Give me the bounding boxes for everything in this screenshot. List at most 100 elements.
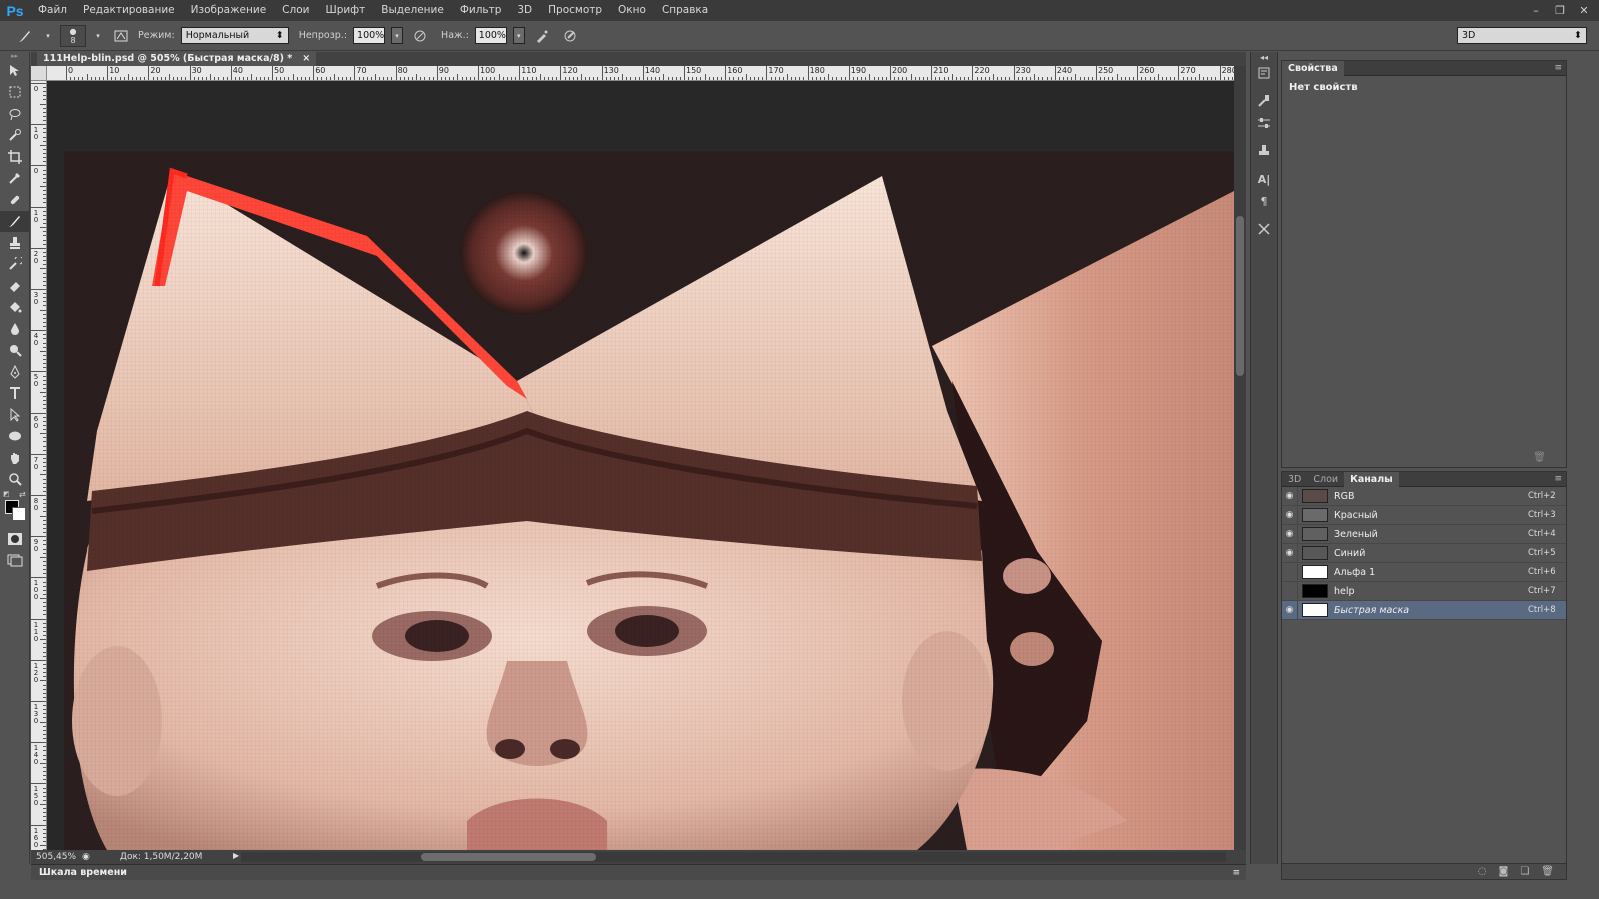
- channel-row[interactable]: ◉ RGB Ctrl+2: [1282, 486, 1566, 506]
- channel-row[interactable]: ◉ Красный Ctrl+3: [1282, 505, 1566, 525]
- tool-presets-panel-icon[interactable]: [1251, 218, 1277, 240]
- history-brush-tool-icon[interactable]: [0, 254, 30, 276]
- clone-stamp-tool-icon[interactable]: [0, 232, 30, 254]
- visibility-eye-icon[interactable]: [1282, 581, 1298, 601]
- menu-item[interactable]: Шрифт: [317, 0, 373, 21]
- save-selection-icon[interactable]: ◙: [1499, 866, 1509, 877]
- new-channel-icon[interactable]: ❏: [1520, 866, 1529, 877]
- horizontal-scrollbar-thumb[interactable]: [421, 853, 596, 861]
- paint-bucket-tool-icon[interactable]: [0, 297, 30, 319]
- menu-item[interactable]: Редактирование: [75, 0, 183, 21]
- visibility-eye-icon[interactable]: ◉: [1282, 486, 1298, 506]
- move-tool-icon[interactable]: [0, 60, 30, 82]
- pressure-opacity-icon[interactable]: [409, 25, 431, 47]
- vertical-scrollbar-thumb[interactable]: [1236, 216, 1244, 376]
- status-info-icon[interactable]: ◉: [82, 852, 90, 862]
- visibility-eye-icon[interactable]: ◉: [1282, 505, 1298, 525]
- panel-grip-icon[interactable]: ▸▸: [0, 52, 29, 60]
- channel-row[interactable]: ◉ Синий Ctrl+5: [1282, 543, 1566, 563]
- menu-item[interactable]: Окно: [610, 0, 654, 21]
- background-color-swatch[interactable]: [12, 507, 26, 521]
- brush-preset-dropdown[interactable]: ▾: [92, 27, 104, 44]
- character-panel-icon[interactable]: A|: [1251, 168, 1277, 190]
- flow-input[interactable]: 100%: [474, 27, 507, 44]
- paragraph-panel-icon[interactable]: ¶: [1251, 190, 1277, 212]
- tool-preset-dropdown[interactable]: ▾: [42, 27, 54, 44]
- default-colors-icon[interactable]: ◩: [3, 490, 10, 498]
- quick-selection-tool-icon[interactable]: [0, 125, 30, 147]
- healing-brush-tool-icon[interactable]: [0, 189, 30, 211]
- tab-properties[interactable]: Свойства: [1282, 60, 1344, 76]
- load-selection-icon[interactable]: ◌: [1478, 866, 1487, 877]
- adjustments-panel-icon[interactable]: [1251, 112, 1277, 134]
- brush-tool-icon[interactable]: [14, 25, 36, 47]
- panel-menu-icon[interactable]: ≡: [1554, 63, 1562, 73]
- menu-item[interactable]: Фильтр: [452, 0, 510, 21]
- pen-tool-icon[interactable]: [0, 361, 30, 383]
- delete-channel-icon[interactable]: 🗑: [1541, 866, 1554, 877]
- menu-item[interactable]: Просмотр: [540, 0, 610, 21]
- type-tool-icon[interactable]: [0, 383, 30, 405]
- restore-button[interactable]: ❐: [1549, 3, 1571, 19]
- swap-colors-icon[interactable]: ⇄: [19, 490, 26, 499]
- vertical-scrollbar[interactable]: [1234, 66, 1246, 850]
- quick-mask-mode-icon[interactable]: [0, 528, 30, 550]
- screen-mode-icon[interactable]: [0, 550, 30, 572]
- panel-collapse-icon[interactable]: ◂◂: [1251, 52, 1277, 62]
- channel-row[interactable]: ◉ Быстрая маска Ctrl+8: [1282, 600, 1566, 620]
- panel-menu-icon[interactable]: ≡: [1554, 474, 1562, 484]
- timeline-menu-icon[interactable]: ≡: [1232, 868, 1240, 878]
- tab-3d[interactable]: 3D: [1282, 472, 1307, 487]
- close-button[interactable]: ✕: [1573, 3, 1595, 19]
- brush-tool-icon[interactable]: [0, 210, 30, 232]
- clone-source-panel-icon[interactable]: [1251, 140, 1277, 162]
- menu-item[interactable]: Справка: [654, 0, 716, 21]
- flow-dropdown[interactable]: ▾: [512, 27, 525, 44]
- opacity-dropdown[interactable]: ▾: [391, 27, 404, 44]
- marquee-tool-icon[interactable]: [0, 82, 30, 104]
- history-panel-icon[interactable]: [1251, 62, 1277, 84]
- zoom-tool-icon[interactable]: [0, 469, 30, 491]
- document-tab[interactable]: 111Help-blin.psd @ 505% (Быстрая маска/8…: [37, 52, 317, 66]
- trash-icon[interactable]: 🗑: [1533, 452, 1546, 463]
- tab-channels[interactable]: Каналы: [1344, 471, 1399, 487]
- zoom-level[interactable]: 505,45%: [36, 852, 76, 862]
- blur-tool-icon[interactable]: [0, 318, 30, 340]
- opacity-input[interactable]: 100%: [353, 27, 386, 44]
- status-menu-arrow-icon[interactable]: ▶: [233, 851, 239, 860]
- minimize-button[interactable]: –: [1525, 3, 1547, 19]
- menu-item[interactable]: Выделение: [373, 0, 452, 21]
- menu-item[interactable]: 3D: [509, 0, 540, 21]
- timeline-panel[interactable]: Шкала времени ≡: [31, 864, 1246, 880]
- menu-item[interactable]: Изображение: [183, 0, 275, 21]
- vertical-ruler[interactable]: 0 1 0 0 1 0 2 0 3 0 4 0 5 0 6 0 7 0 8 0 9 0 1 0 0 1 1…: [31, 81, 47, 850]
- document-tab-close-icon[interactable]: ×: [302, 52, 310, 66]
- brush-presets-panel-icon[interactable]: [1251, 90, 1277, 112]
- ellipse-tool-icon[interactable]: [0, 426, 30, 448]
- airbrush-icon[interactable]: [531, 25, 553, 47]
- menu-item[interactable]: Файл: [30, 0, 75, 21]
- brush-panel-toggle-icon[interactable]: [110, 25, 132, 47]
- crop-tool-icon[interactable]: [0, 146, 30, 168]
- path-selection-tool-icon[interactable]: [0, 404, 30, 426]
- visibility-eye-icon[interactable]: ◉: [1282, 524, 1298, 544]
- eraser-tool-icon[interactable]: [0, 275, 30, 297]
- mode-select[interactable]: Нормальный ⬍: [180, 27, 289, 44]
- canvas-view[interactable]: [47, 81, 1234, 850]
- visibility-eye-icon[interactable]: ◉: [1282, 600, 1298, 620]
- dodge-tool-icon[interactable]: [0, 340, 30, 362]
- channel-row[interactable]: help Ctrl+7: [1282, 581, 1566, 601]
- eyedropper-tool-icon[interactable]: [0, 168, 30, 190]
- lasso-tool-icon[interactable]: [0, 103, 30, 125]
- brush-preset-picker[interactable]: ● 8: [60, 24, 86, 47]
- horizontal-scrollbar[interactable]: [241, 852, 1226, 862]
- visibility-eye-icon[interactable]: [1282, 562, 1298, 582]
- channel-row[interactable]: Альфа 1 Ctrl+6: [1282, 562, 1566, 582]
- horizontal-ruler[interactable]: 0 10 20 30 40 50 60 70 80 90 100 110 120 130 140 150 160…: [47, 66, 1234, 81]
- ruler-origin[interactable]: [31, 66, 47, 81]
- tab-layers[interactable]: Слои: [1307, 472, 1344, 487]
- menu-item[interactable]: Слои: [274, 0, 317, 21]
- workspace-select[interactable]: 3D ⬍: [1457, 27, 1587, 44]
- pressure-size-icon[interactable]: [559, 25, 581, 47]
- channel-row[interactable]: ◉ Зеленый Ctrl+4: [1282, 524, 1566, 544]
